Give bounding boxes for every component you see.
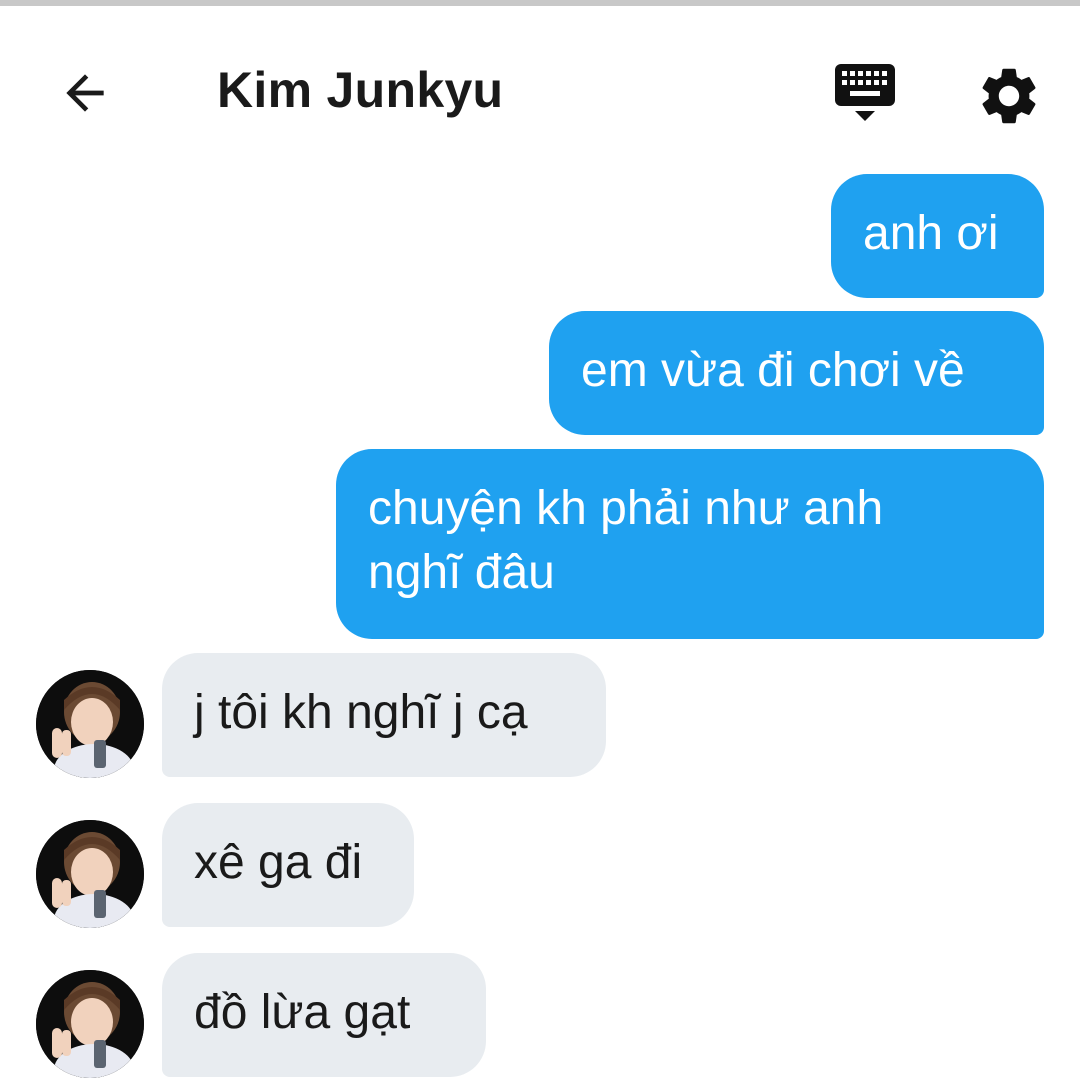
message-bubble-incoming[interactable]: xê ga đi (162, 803, 414, 927)
gear-icon (982, 68, 1036, 124)
arrow-left-icon (66, 74, 104, 112)
message-text: đồ lừa gạt (194, 986, 411, 1039)
keyboard-button[interactable] (830, 61, 900, 131)
avatar[interactable] (36, 820, 144, 928)
message-text: em vừa đi chơi về (581, 344, 965, 397)
message-text: j tôi kh nghĩ j cạ (194, 686, 528, 739)
avatar[interactable] (36, 670, 144, 778)
message-text: anh ơi (863, 207, 999, 260)
profile-photo (36, 970, 144, 1078)
avatar[interactable] (36, 970, 144, 1078)
message-text: chuyện kh phải như anh nghĩ đâu (368, 482, 884, 599)
back-button[interactable] (50, 58, 120, 128)
keyboard-icon (835, 64, 895, 121)
profile-photo (36, 670, 144, 778)
message-bubble-incoming[interactable]: đồ lừa gạt (162, 953, 486, 1077)
message-text: xê ga đi (194, 836, 363, 889)
settings-button[interactable] (975, 62, 1043, 130)
message-bubble-outgoing[interactable]: chuyện kh phải như anh nghĩ đâu (336, 449, 1044, 639)
contact-name: Kim Junkyu (217, 62, 504, 118)
chat-header: Kim Junkyu (0, 6, 1080, 166)
profile-photo (36, 820, 144, 928)
message-bubble-incoming[interactable]: j tôi kh nghĩ j cạ (162, 653, 606, 777)
message-bubble-outgoing[interactable]: em vừa đi chơi về (549, 311, 1044, 435)
message-bubble-outgoing[interactable]: anh ơi (831, 174, 1044, 298)
